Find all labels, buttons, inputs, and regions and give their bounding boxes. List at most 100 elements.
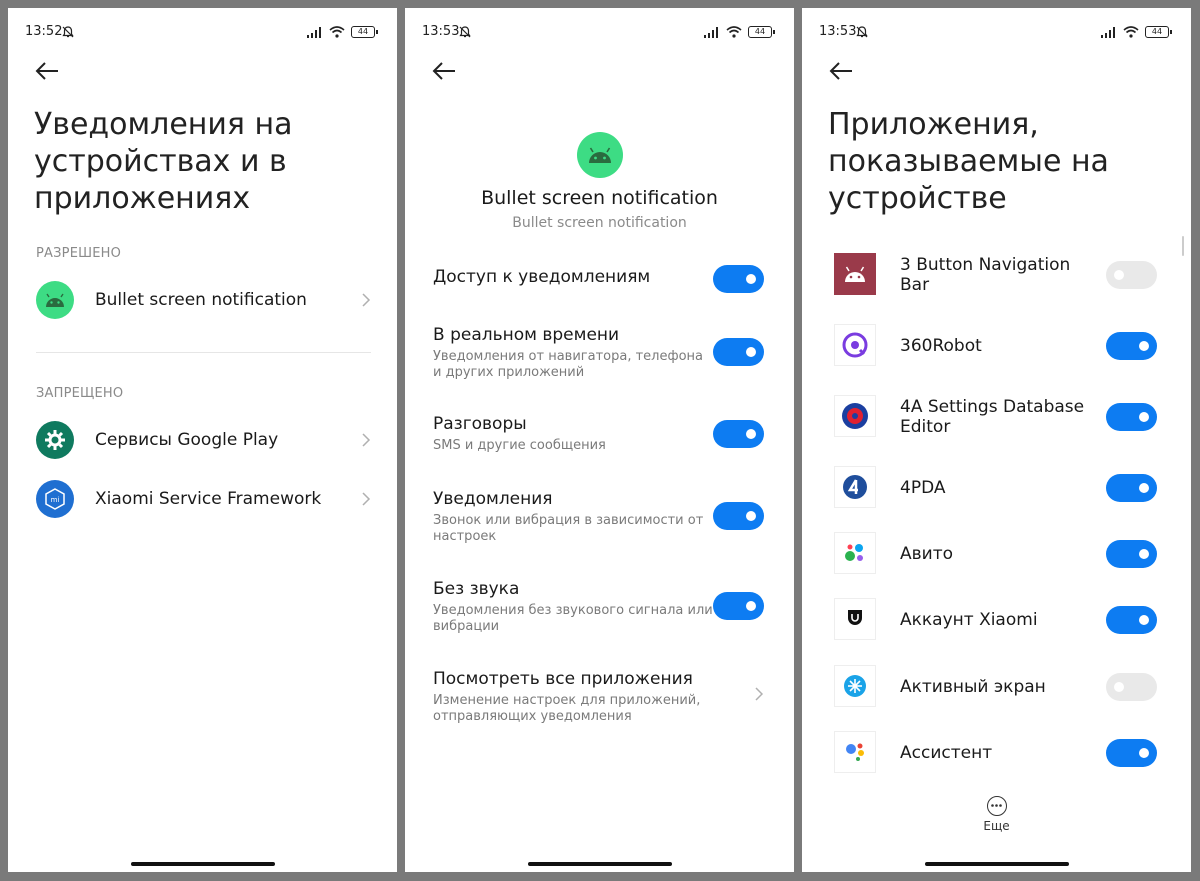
app-name: Активный экран (900, 677, 1046, 697)
app-row-google-play-services[interactable]: Сервисы Google Play (36, 420, 371, 460)
more-button[interactable]: Еще (802, 796, 1191, 833)
battery-indicator: 44 (1145, 26, 1172, 38)
toggle-app[interactable] (1106, 739, 1157, 767)
svg-text:mi: mi (51, 496, 60, 504)
screen-notifications-overview: 13:52 44 Уведомления на устройствах и в … (8, 8, 397, 872)
google-play-services-icon (36, 421, 74, 459)
4pda-icon (834, 466, 876, 508)
app-label: Сервисы Google Play (95, 430, 279, 450)
app-name: Ассистент (900, 743, 993, 763)
list-item: 4PDA (834, 466, 1157, 510)
android-icon (834, 253, 876, 295)
xiaomi-account-icon (834, 598, 876, 640)
status-time: 13:53 (422, 24, 460, 39)
setting-conversations: Разговоры SMS и другие сообщения (433, 414, 764, 458)
toggle-app[interactable] (1106, 332, 1157, 360)
muted-bell-icon (62, 26, 74, 38)
app-row-bullet-screen[interactable]: Bullet screen notification (36, 280, 371, 320)
toggle-conversations[interactable] (713, 420, 764, 448)
setting-realtime: В реальном времени Уведомления от навига… (433, 325, 764, 381)
4a-settings-icon (834, 395, 876, 437)
chevron-right-icon (362, 492, 371, 506)
status-time: 13:52 (25, 24, 63, 39)
allowed-section-header: РАЗРЕШЕНО (36, 246, 122, 261)
status-bar: 13:53 44 (819, 24, 1172, 42)
360robot-icon (834, 324, 876, 366)
app-name: 4A Settings Database Editor (900, 397, 1085, 437)
wifi-icon (726, 26, 742, 38)
toggle-app[interactable] (1106, 403, 1157, 431)
android-icon (36, 281, 74, 319)
wifi-icon (329, 26, 345, 38)
app-name: 3 Button Navigation Bar (900, 255, 1071, 295)
denied-section-header: ЗАПРЕЩЕНО (36, 386, 124, 401)
scrollbar[interactable] (1182, 236, 1184, 256)
view-all-apps-row[interactable]: Посмотреть все приложения Изменение наст… (433, 669, 764, 725)
signal-icon (1101, 26, 1115, 38)
app-label: Bullet screen notification (95, 290, 307, 310)
more-label: Еще (983, 819, 1010, 833)
app-package: Bullet screen notification (512, 215, 687, 231)
chevron-right-icon (755, 687, 764, 701)
battery-indicator: 44 (748, 26, 775, 38)
list-item: Аккаунт Xiaomi (834, 598, 1157, 642)
back-arrow-icon[interactable] (431, 60, 457, 82)
app-name: Аккаунт Xiaomi (900, 610, 1038, 630)
setting-subtitle: SMS и другие сообщения (433, 438, 606, 453)
signal-icon (307, 26, 321, 38)
divider (36, 352, 371, 353)
list-item: Авито (834, 532, 1157, 576)
xiaomi-icon: mi (36, 480, 74, 518)
toggle-silent[interactable] (713, 592, 764, 620)
screen-apps-shown-on-device: 13:53 44 Приложения, показываемые на уст… (802, 8, 1191, 872)
more-dots-icon (986, 796, 1007, 816)
toggle-notifications[interactable] (713, 502, 764, 530)
setting-silent: Без звука Уведомления без звукового сигн… (433, 579, 764, 635)
list-item: 3 Button Navigation Bar (834, 253, 1157, 297)
app-name: Bullet screen notification (481, 187, 718, 209)
setting-subtitle: Изменение настроек для приложений, отпра… (433, 693, 701, 724)
setting-title: Без звука (433, 579, 520, 599)
setting-title: Уведомления (433, 489, 553, 509)
page-title: Уведомления на устройствах и в приложени… (34, 107, 293, 216)
active-display-icon (834, 665, 876, 707)
home-indicator[interactable] (130, 862, 275, 866)
wifi-icon (1123, 26, 1139, 38)
setting-subtitle: Уведомления от навигатора, телефона и др… (433, 349, 703, 380)
back-arrow-icon[interactable] (828, 60, 854, 82)
setting-title: Посмотреть все приложения (433, 669, 693, 689)
list-item: 4A Settings Database Editor (834, 395, 1157, 439)
setting-subtitle: Звонок или вибрация в зависимости от нас… (433, 513, 704, 544)
app-name: Авито (900, 544, 954, 564)
app-row-xiaomi-service-framework[interactable]: mi Xiaomi Service Framework (36, 479, 371, 519)
list-item: Активный экран (834, 665, 1157, 709)
avito-icon (834, 532, 876, 574)
toggle-app[interactable] (1106, 540, 1157, 568)
toggle-app[interactable] (1106, 606, 1157, 634)
chevron-right-icon (362, 433, 371, 447)
back-arrow-icon[interactable] (34, 60, 60, 82)
muted-bell-icon (856, 26, 868, 38)
page-title: Приложения, показываемые на устройстве (828, 107, 1109, 216)
setting-title: В реальном времени (433, 325, 620, 345)
screen-app-notification-settings: 13:53 44 Bullet screen notification Bull… (405, 8, 794, 872)
chevron-right-icon (362, 293, 371, 307)
toggle-app[interactable] (1106, 261, 1157, 289)
app-label: Xiaomi Service Framework (95, 489, 322, 509)
battery-indicator: 44 (351, 26, 378, 38)
muted-bell-icon (459, 26, 471, 38)
google-assistant-icon (834, 731, 876, 773)
setting-notifications: Уведомления Звонок или вибрация в зависи… (433, 489, 764, 545)
setting-subtitle: Уведомления без звукового сигнала или ви… (433, 603, 713, 634)
list-item: 360Robot (834, 324, 1157, 368)
toggle-app[interactable] (1106, 474, 1157, 502)
signal-icon (704, 26, 718, 38)
app-name: 360Robot (900, 336, 982, 356)
home-indicator[interactable] (924, 862, 1069, 866)
android-icon (577, 132, 623, 178)
toggle-notification-access[interactable] (713, 265, 764, 293)
home-indicator[interactable] (527, 862, 672, 866)
toggle-realtime[interactable] (713, 338, 764, 366)
status-bar: 13:53 44 (422, 24, 775, 42)
toggle-app[interactable] (1106, 673, 1157, 701)
